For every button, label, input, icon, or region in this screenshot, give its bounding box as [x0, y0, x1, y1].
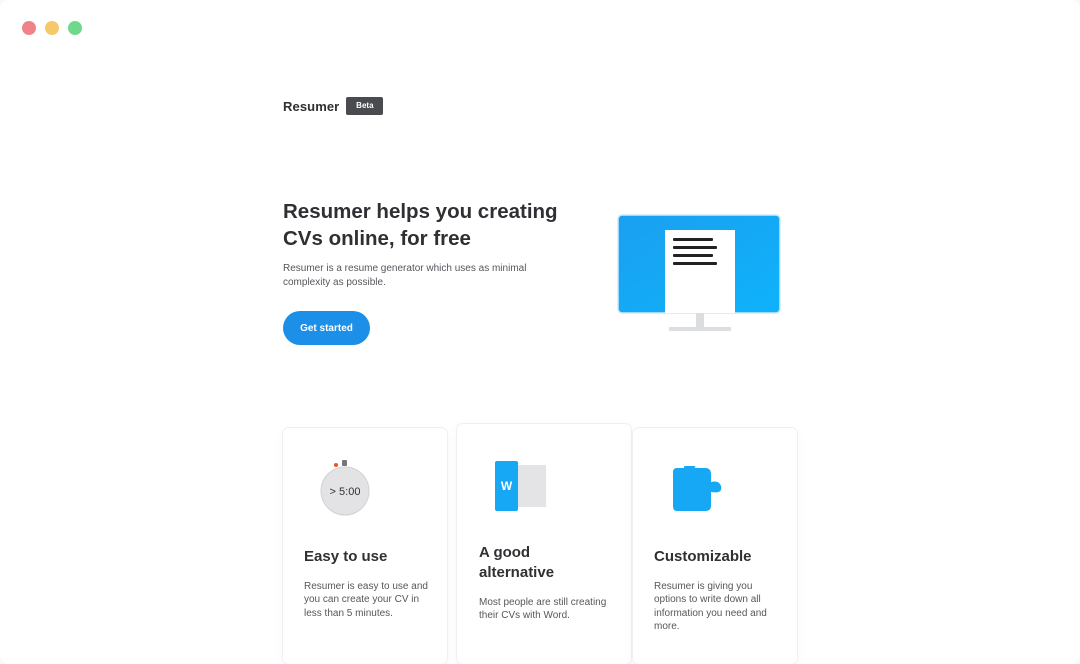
feature-card-good-alternative: W A good alternative Most people are sti… [457, 424, 631, 664]
app-window: Resumer Beta Resumer helps you creating … [0, 0, 1080, 664]
feature-card-easy-to-use: > 5:00 Easy to use Resumer is easy to us… [283, 428, 447, 664]
beta-badge: Beta [346, 97, 384, 115]
brand-header: Resumer Beta [283, 97, 384, 115]
feature-text: Resumer is giving you options to write d… [654, 581, 767, 632]
hero-title: Resumer helps you creating CVs online, f… [283, 198, 583, 252]
feature-title: Customizable [654, 548, 752, 565]
stopwatch-text: > 5:00 [330, 486, 361, 498]
maximize-window-button[interactable] [68, 21, 82, 35]
brand-logo-text[interactable]: Resumer [283, 99, 339, 114]
hero-subtitle: Resumer is a resume generator which uses… [283, 263, 527, 288]
feature-title: A good alternative [479, 544, 555, 581]
feature-card-customizable: Customizable Resumer is giving you optio… [633, 428, 797, 664]
window-controls [22, 21, 82, 35]
feature-text: Most people are still creating their CVs… [479, 597, 607, 622]
stopwatch-icon: > 5:00 [319, 458, 371, 521]
get-started-button[interactable]: Get started [283, 311, 370, 345]
monitor-document-icon [617, 214, 781, 339]
word-document-icon: W [494, 460, 548, 519]
minimize-window-button[interactable] [45, 21, 59, 35]
word-icon-letter: W [501, 479, 513, 493]
feature-text: Resumer is easy to use and you can creat… [304, 581, 428, 619]
puzzle-piece-icon [669, 464, 729, 519]
hero-title-line-1: Resumer helps you creating [283, 200, 558, 223]
hero-title-line-2: CVs online, for free [283, 227, 471, 250]
feature-title: Easy to use [304, 548, 388, 565]
close-window-button[interactable] [22, 21, 36, 35]
